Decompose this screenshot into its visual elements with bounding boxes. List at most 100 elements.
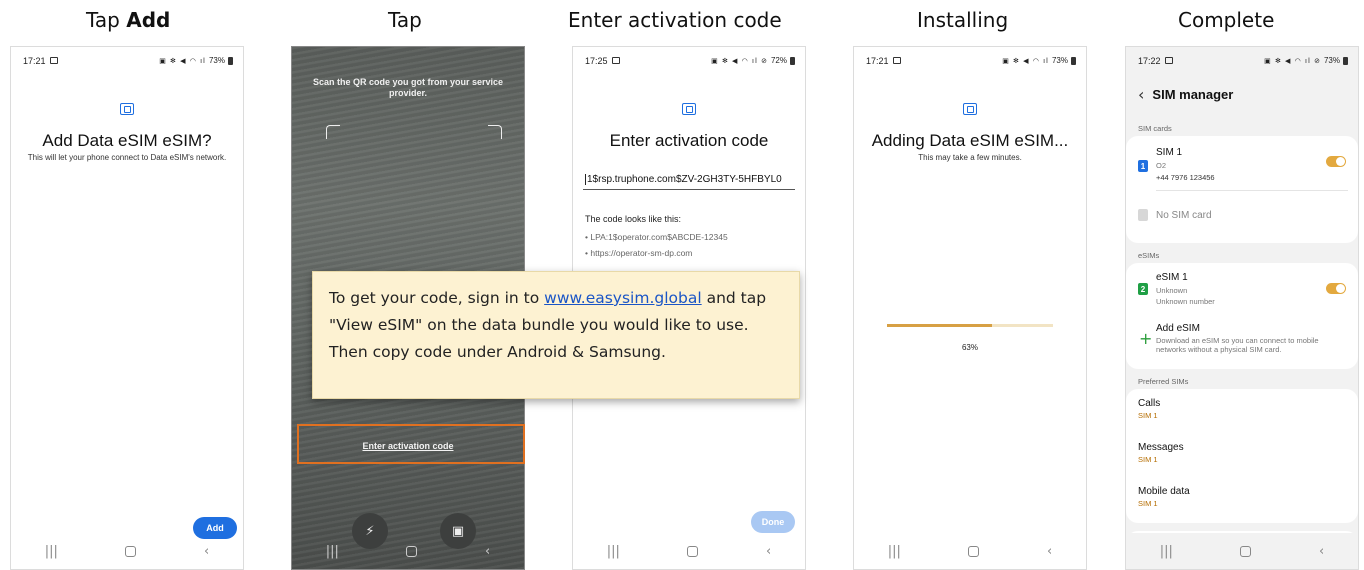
status-time: 17:21 bbox=[23, 55, 46, 66]
esim-icon bbox=[963, 103, 977, 115]
mobile-data-label: Mobile data bbox=[1138, 486, 1190, 497]
system-status-icons: ▣ ✻ ◀ ◠ ıl ⊘ bbox=[711, 56, 768, 65]
navigation-bar: ||| ‹ bbox=[573, 533, 805, 569]
gallery-notification-icon bbox=[1164, 57, 1173, 64]
esim1-toggle[interactable] bbox=[1326, 283, 1346, 294]
home-icon[interactable] bbox=[968, 545, 980, 557]
system-status-icons: ▣ ✻ ◀ ◠ ıl ⊘ bbox=[1264, 56, 1321, 65]
back-arrow-icon[interactable]: ‹ bbox=[1138, 85, 1144, 104]
esim-icon bbox=[682, 103, 696, 115]
activation-code-input[interactable]: 1$rsp.truphone.com$ZV-2GH3TY-5HFBYL0 bbox=[583, 170, 795, 191]
mobile-data-sim: SIM 1 bbox=[1138, 499, 1158, 508]
messages-row[interactable]: Messages SIM 1 bbox=[1126, 433, 1358, 477]
recent-apps-icon[interactable]: ||| bbox=[888, 544, 901, 559]
esims-card: 2 eSIM 1 Unknown Unknown number + Add eS… bbox=[1126, 263, 1358, 369]
caption-step-3: Enter activation code bbox=[568, 8, 782, 32]
caption-step-4: Installing bbox=[917, 8, 1009, 32]
page-title: Enter activation code bbox=[609, 131, 769, 150]
status-time: 17:25 bbox=[585, 55, 608, 66]
mobile-data-row[interactable]: Mobile data SIM 1 bbox=[1126, 477, 1358, 521]
esim1-row[interactable]: 2 eSIM 1 Unknown Unknown number bbox=[1126, 263, 1358, 317]
messages-sim: SIM 1 bbox=[1138, 455, 1158, 464]
calls-label: Calls bbox=[1138, 398, 1161, 409]
section-sim-cards: SIM cards bbox=[1138, 124, 1172, 133]
status-bar: 17:22 ▣ ✻ ◀ ◠ ıl ⊘ 73% bbox=[1126, 47, 1358, 66]
recent-apps-icon[interactable]: ||| bbox=[326, 544, 339, 559]
install-progress-percent: 63% bbox=[961, 343, 978, 352]
gallery-notification-icon bbox=[49, 57, 58, 64]
gallery-notification-icon bbox=[611, 57, 620, 64]
code-example-url: • https://operator-sm-dp.com bbox=[585, 248, 693, 258]
battery-icon bbox=[228, 56, 233, 65]
section-preferred-sims: Preferred SIMs bbox=[1138, 377, 1189, 386]
code-format-heading: The code looks like this: bbox=[585, 214, 682, 224]
home-icon[interactable] bbox=[1240, 545, 1252, 557]
recent-apps-icon[interactable]: ||| bbox=[1160, 544, 1173, 559]
caption-step-1: Tap Add bbox=[86, 8, 170, 32]
page-title: SIM manager bbox=[1152, 87, 1234, 102]
caption-step-1-text: Tap bbox=[86, 8, 127, 32]
navigation-bar: ||| ‹ bbox=[1126, 533, 1358, 569]
recent-apps-icon[interactable]: ||| bbox=[45, 544, 58, 559]
status-time: 17:21 bbox=[866, 55, 889, 66]
battery-icon bbox=[1071, 56, 1076, 65]
add-esim-label: Add eSIM bbox=[1156, 323, 1200, 334]
phone-installing: 17:21 ▣ ✻ ◀ ◠ ıl 73% Adding Data eSIM eSI… bbox=[853, 46, 1087, 570]
caption-step-5: Complete bbox=[1178, 8, 1275, 32]
scan-instruction: Scan the QR code you got from your servi… bbox=[312, 77, 504, 98]
sim1-number: +44 7976 123456 bbox=[1156, 173, 1215, 182]
add-esim-description: Download an eSIM so you can connect to m… bbox=[1156, 336, 1319, 354]
home-icon[interactable] bbox=[406, 545, 418, 557]
phone-add-esim: 17:21 ▣ ✻ ◀ ◠ ıl 73% Add Data eSIM eSIM? … bbox=[10, 46, 244, 570]
done-button[interactable]: Done bbox=[751, 511, 795, 533]
status-bar: 17:25 ▣ ✻ ◀ ◠ ıl ⊘ 72% bbox=[573, 47, 805, 66]
esim1-status: Unknown bbox=[1156, 286, 1188, 295]
caption-step-2: Tap bbox=[388, 8, 422, 32]
install-progress-bar bbox=[887, 324, 1053, 327]
sim1-row[interactable]: 1 SIM 1 O2 +44 7976 123456 bbox=[1126, 136, 1358, 190]
status-battery-percent: 72% bbox=[770, 56, 787, 65]
back-icon[interactable]: ‹ bbox=[766, 544, 771, 559]
calls-row[interactable]: Calls SIM 1 bbox=[1126, 389, 1358, 433]
esim1-number: Unknown number bbox=[1156, 297, 1215, 306]
home-icon[interactable] bbox=[125, 545, 137, 557]
phone-sim-manager: 17:22 ▣ ✻ ◀ ◠ ıl ⊘ 73% ‹ SIM manager SIM … bbox=[1125, 46, 1359, 570]
scan-frame-corner-tr bbox=[488, 125, 502, 139]
status-battery-percent: 73% bbox=[1323, 56, 1340, 65]
navigation-bar: ||| ‹ bbox=[11, 533, 243, 569]
esim1-name: eSIM 1 bbox=[1156, 272, 1188, 283]
instruction-tip: To get your code, sign in to www.easysim… bbox=[312, 271, 800, 399]
esim1-icon: 2 bbox=[1138, 283, 1148, 295]
no-sim-row: No SIM card bbox=[1126, 191, 1358, 243]
dialog-subtitle: This will let your phone connect to Data… bbox=[27, 153, 227, 162]
status-time: 17:22 bbox=[1138, 55, 1161, 66]
enter-code-highlight bbox=[297, 424, 525, 464]
back-icon[interactable]: ‹ bbox=[485, 544, 490, 559]
add-esim-row[interactable]: + Add eSIM Download an eSIM so you can c… bbox=[1126, 317, 1358, 369]
page-header: ‹ SIM manager bbox=[1138, 85, 1233, 104]
home-icon[interactable] bbox=[687, 545, 699, 557]
plus-icon: + bbox=[1139, 329, 1153, 348]
back-icon[interactable]: ‹ bbox=[204, 544, 209, 559]
sim1-toggle[interactable] bbox=[1326, 156, 1346, 167]
back-icon[interactable]: ‹ bbox=[1319, 544, 1324, 559]
sim1-icon: 1 bbox=[1138, 160, 1148, 172]
esim-icon bbox=[120, 103, 134, 115]
status-bar: 17:21 ▣ ✻ ◀ ◠ ıl 73% bbox=[11, 47, 243, 66]
messages-label: Messages bbox=[1138, 442, 1184, 453]
status-battery-percent: 73% bbox=[208, 56, 225, 65]
text-cursor bbox=[585, 174, 586, 185]
status-battery-percent: 73% bbox=[1051, 56, 1068, 65]
scan-frame-corner-tl bbox=[326, 125, 340, 139]
system-status-icons: ▣ ✻ ◀ ◠ ıl bbox=[159, 56, 206, 65]
recent-apps-icon[interactable]: ||| bbox=[607, 544, 620, 559]
sim1-name: SIM 1 bbox=[1156, 147, 1183, 158]
easysim-link[interactable]: www.easysim.global bbox=[544, 289, 702, 307]
system-status-icons: ▣ ✻ ◀ ◠ ıl bbox=[1002, 56, 1049, 65]
gallery-notification-icon bbox=[892, 57, 901, 64]
back-icon[interactable]: ‹ bbox=[1047, 544, 1052, 559]
code-example-lpa: • LPA:1$operator.com$ABCDE-12345 bbox=[585, 232, 728, 242]
preferred-sims-card: Calls SIM 1 Messages SIM 1 Mobile data S… bbox=[1126, 389, 1358, 523]
installing-subtitle: This may take a few minutes. bbox=[918, 153, 1022, 162]
install-progress-fill bbox=[887, 324, 992, 327]
